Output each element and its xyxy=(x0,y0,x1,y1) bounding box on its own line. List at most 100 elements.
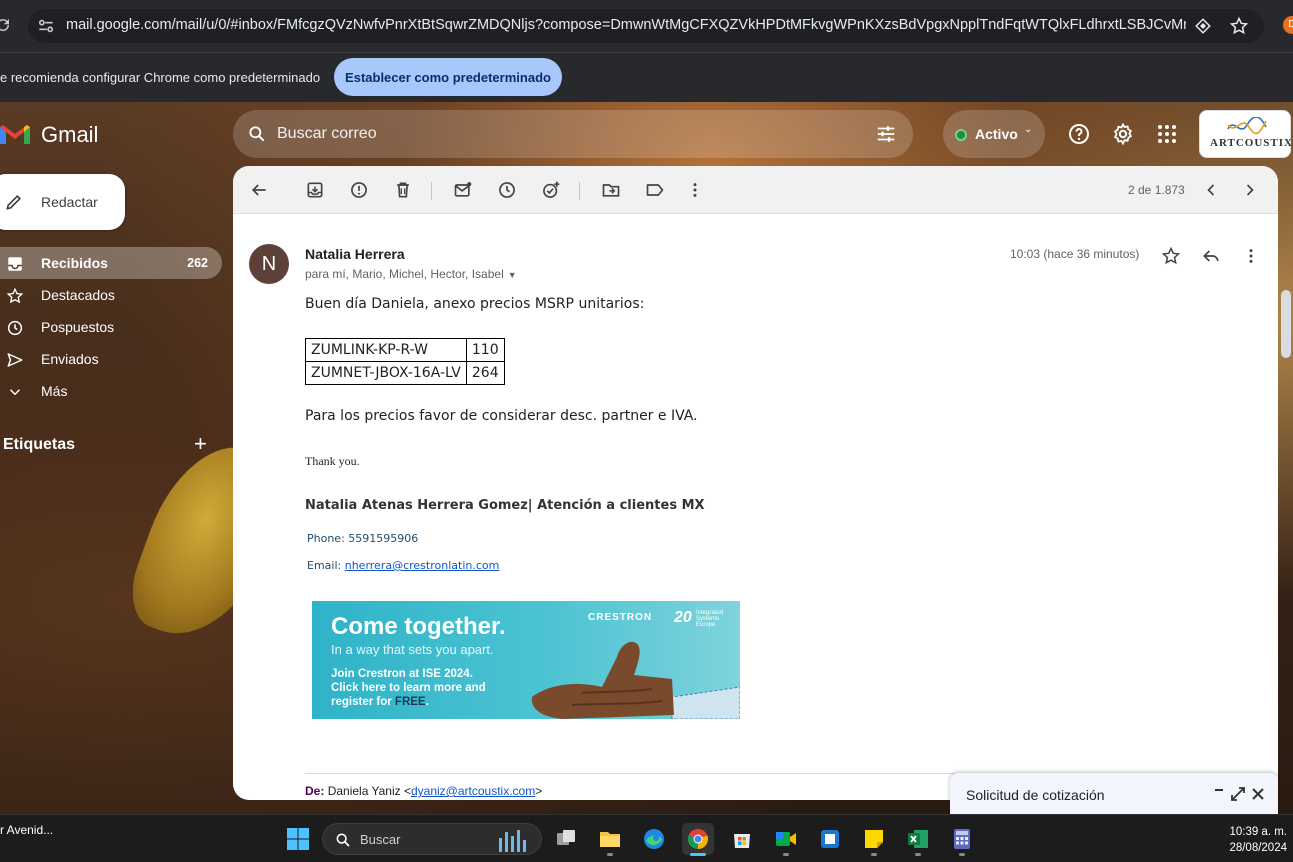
search-icon[interactable] xyxy=(247,124,267,144)
taskbar-excel[interactable] xyxy=(902,823,934,856)
gmail-logo-text: Gmail xyxy=(41,122,99,147)
search-bar[interactable] xyxy=(233,110,913,158)
snooze-clock-icon[interactable] xyxy=(497,180,517,200)
banner-headline: Come together. xyxy=(331,613,506,640)
chevron-down-icon xyxy=(9,389,21,396)
taskbar-chrome[interactable] xyxy=(682,823,714,856)
quoted-from-label: De: xyxy=(305,784,325,798)
scrollbar-thumb[interactable] xyxy=(1281,290,1291,358)
more-vert-icon[interactable] xyxy=(1241,246,1261,266)
thumbs-up-image xyxy=(531,641,740,719)
taskbar-store[interactable] xyxy=(726,823,758,855)
compose-label: Redactar xyxy=(41,194,98,210)
help-icon[interactable] xyxy=(1067,122,1091,146)
sidebar-item-inbox[interactable]: Recibidos 262 xyxy=(0,247,222,279)
apps-grid-icon[interactable] xyxy=(1155,122,1179,146)
extension-icon[interactable] xyxy=(1194,17,1212,35)
sidebar-item-sent[interactable]: Enviados xyxy=(0,343,222,375)
sidebar-item-label: Pospuestos xyxy=(41,319,115,335)
chrome-icon xyxy=(687,829,709,850)
running-indicator xyxy=(607,853,613,856)
sidebar-item-snoozed[interactable]: Pospuestos xyxy=(0,311,222,343)
star-icon[interactable] xyxy=(1161,246,1181,266)
taskbar-widget-text[interactable]: r Avenid... xyxy=(0,823,53,837)
taskbar-file-explorer[interactable] xyxy=(594,823,626,856)
search-highlight-icon xyxy=(499,830,526,852)
recipients-text: para mí, Mario, Michel, Hector, Isabel xyxy=(305,267,504,281)
bookmark-star-icon[interactable] xyxy=(1229,16,1249,36)
profile-avatar[interactable]: D xyxy=(1283,16,1293,34)
banner-cta-text: register for xyxy=(331,696,395,708)
trash-icon[interactable] xyxy=(393,180,413,200)
running-indicator xyxy=(959,853,965,856)
table-cell-price: 264 xyxy=(465,361,505,385)
move-to-folder-icon[interactable] xyxy=(601,180,621,200)
message-time: 10:03 (hace 36 minutos) xyxy=(1010,247,1140,261)
taskbar-edge[interactable] xyxy=(638,823,670,855)
active-status-dot xyxy=(955,129,967,141)
label-icon[interactable] xyxy=(645,180,665,200)
archive-icon[interactable] xyxy=(305,180,325,200)
report-spam-icon[interactable] xyxy=(349,180,369,200)
minimized-compose-window[interactable]: Solicitud de cotización xyxy=(950,773,1278,814)
sender-name[interactable]: Natalia Herrera xyxy=(305,246,405,262)
running-indicator xyxy=(871,853,877,856)
back-arrow-icon[interactable] xyxy=(249,180,269,200)
running-indicator xyxy=(915,853,921,856)
account-brand-logo[interactable]: ARTCOUSTIX xyxy=(1199,110,1293,158)
brand-text: ARTCOUSTIX xyxy=(1210,137,1293,149)
signature-phone: Phone: 5591595906 xyxy=(307,532,418,545)
compose-subject[interactable]: Solicitud de cotización xyxy=(966,787,1105,803)
chevron-right-icon[interactable] xyxy=(1240,180,1260,200)
chevron-left-icon[interactable] xyxy=(1201,180,1221,200)
price-table: ZUMLINK-KP-R-W 110 ZUMNET-JBOX-16A-LV 26… xyxy=(305,338,505,385)
site-settings-icon[interactable] xyxy=(36,16,56,36)
sender-avatar[interactable]: N xyxy=(249,244,289,284)
thanks-line: Thank you. xyxy=(305,454,360,468)
add-label-button[interactable]: + xyxy=(194,433,207,455)
table-cell-sku: ZUMLINK-KP-R-W xyxy=(305,338,467,362)
settings-gear-icon[interactable] xyxy=(1111,122,1135,146)
gmail-app: Gmail Activo ⌄ ARTCOUSTIX Redactar Recib… xyxy=(0,102,1293,814)
search-input[interactable] xyxy=(277,122,837,146)
mark-unread-icon[interactable] xyxy=(453,180,473,200)
crestron-ise-banner[interactable]: Come together. In a way that sets you ap… xyxy=(312,601,740,719)
compose-button[interactable]: Redactar xyxy=(0,174,125,230)
gmail-logo[interactable]: Gmail xyxy=(0,120,110,150)
minimize-icon[interactable] xyxy=(1212,786,1228,802)
quoted-from-email[interactable]: dyaniz@artcoustix.com xyxy=(411,784,535,798)
recipients-line[interactable]: para mí, Mario, Michel, Hector, Isabel ▼ xyxy=(305,267,517,281)
taskbar-todo[interactable] xyxy=(814,823,846,855)
signature-email-link[interactable]: nherrera@crestronlatin.com xyxy=(345,559,500,572)
taskbar-task-view[interactable] xyxy=(550,823,582,855)
reply-icon[interactable] xyxy=(1201,246,1221,266)
message-toolbar: 2 de 1.873 xyxy=(233,166,1278,214)
url-text[interactable]: mail.google.com/mail/u/0/#inbox/FMfcgzQV… xyxy=(66,17,1186,33)
add-task-icon[interactable] xyxy=(541,180,561,200)
task-view-icon xyxy=(557,830,575,845)
taskbar-calculator[interactable] xyxy=(946,823,978,856)
reload-icon[interactable] xyxy=(0,16,12,34)
sidebar-item-more[interactable]: Más xyxy=(0,375,222,407)
taskbar-meet[interactable] xyxy=(770,823,802,856)
clock-time: 10:39 a. m. xyxy=(1229,826,1287,838)
status-selector[interactable]: Activo ⌄ xyxy=(943,110,1045,158)
table-cell-sku: ZUMNET-JBOX-16A-LV xyxy=(305,361,467,385)
sidebar-item-starred[interactable]: Destacados xyxy=(0,279,222,311)
banner-subline: In a way that sets you apart. xyxy=(331,642,494,657)
address-bar[interactable]: mail.google.com/mail/u/0/#inbox/FMfcgzQV… xyxy=(28,9,1264,43)
search-options-icon[interactable] xyxy=(875,123,897,145)
expand-icon[interactable] xyxy=(1230,786,1246,802)
default-browser-infobar: e recomienda configurar Chrome como pred… xyxy=(0,52,1293,102)
taskbar-sticky-notes[interactable] xyxy=(858,823,890,856)
windows-start-icon[interactable] xyxy=(286,827,310,851)
system-clock[interactable]: 10:39 a. m. 28/08/2024 xyxy=(1229,824,1287,856)
taskbar-search[interactable]: Buscar xyxy=(322,823,542,855)
close-icon[interactable] xyxy=(1250,786,1266,802)
inbox-icon xyxy=(8,257,22,271)
more-vert-icon[interactable] xyxy=(685,180,705,200)
ise-20-badge: 20 xyxy=(674,609,692,626)
set-default-button[interactable]: Establecer como predeterminado xyxy=(334,58,562,96)
caret-down-icon[interactable]: ▼ xyxy=(508,270,517,280)
quoted-from-end: > xyxy=(535,784,543,798)
